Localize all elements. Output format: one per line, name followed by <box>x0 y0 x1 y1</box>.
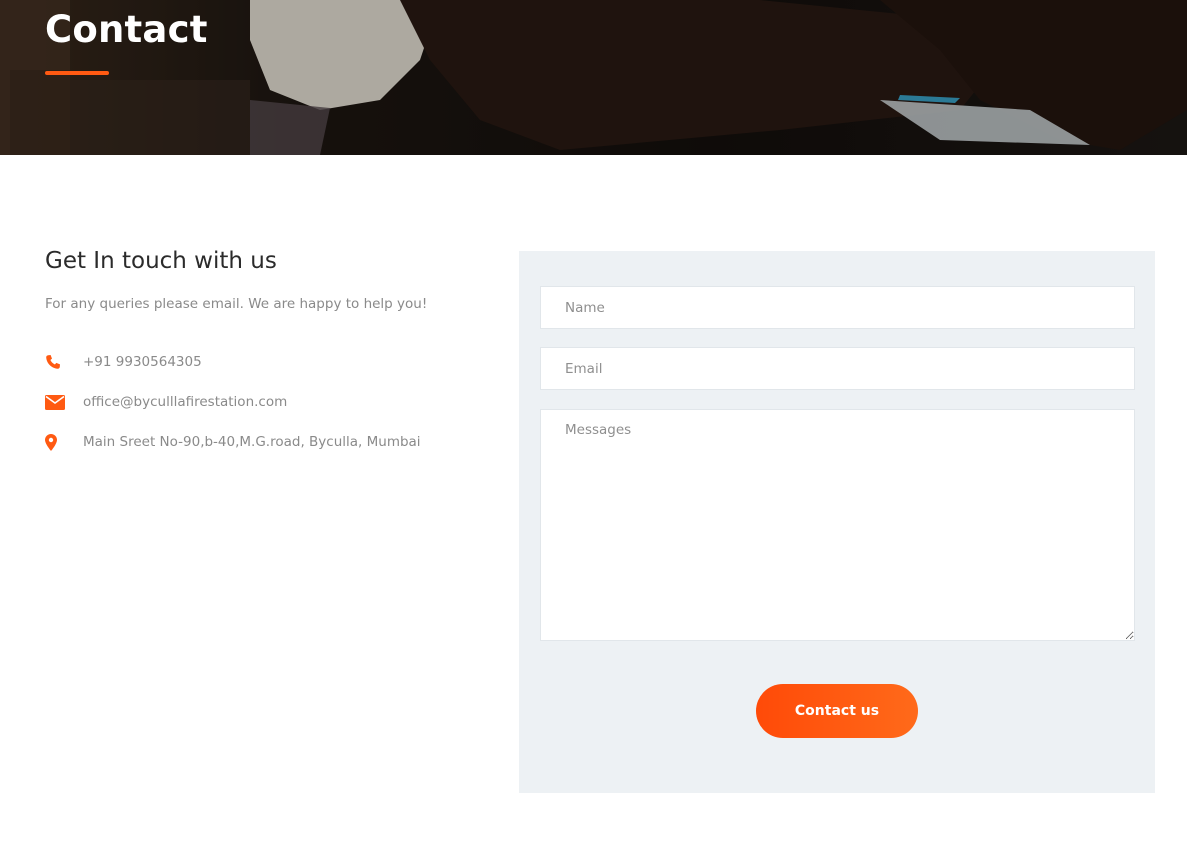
contact-info: Get In touch with us For any queries ple… <box>45 248 485 462</box>
email-input[interactable] <box>540 347 1135 390</box>
info-heading: Get In touch with us <box>45 248 277 274</box>
envelope-icon <box>45 392 73 412</box>
info-subtitle: For any queries please email. We are hap… <box>45 296 428 312</box>
message-textarea[interactable] <box>540 409 1135 641</box>
title-underline <box>45 71 109 75</box>
phone-number[interactable]: +91 9930564305 <box>83 354 202 370</box>
name-input[interactable] <box>540 286 1135 329</box>
page-title: Contact <box>45 8 208 51</box>
hero-banner: Contact <box>0 0 1187 155</box>
contact-us-button[interactable]: Contact us <box>756 684 918 738</box>
contact-email: office@byculllafirestation.com <box>45 382 485 422</box>
phone-icon <box>45 352 73 372</box>
contact-phone: +91 9930564305 <box>45 342 485 382</box>
contact-details-list: +91 9930564305 office@byculllafirestatio… <box>45 342 485 462</box>
email-address[interactable]: office@byculllafirestation.com <box>83 394 287 410</box>
street-address: Main Sreet No-90,b-40,M.G.road, Byculla,… <box>83 434 421 450</box>
map-pin-icon <box>45 432 73 452</box>
contact-form: Contact us <box>519 251 1155 793</box>
contact-address: Main Sreet No-90,b-40,M.G.road, Byculla,… <box>45 422 485 462</box>
